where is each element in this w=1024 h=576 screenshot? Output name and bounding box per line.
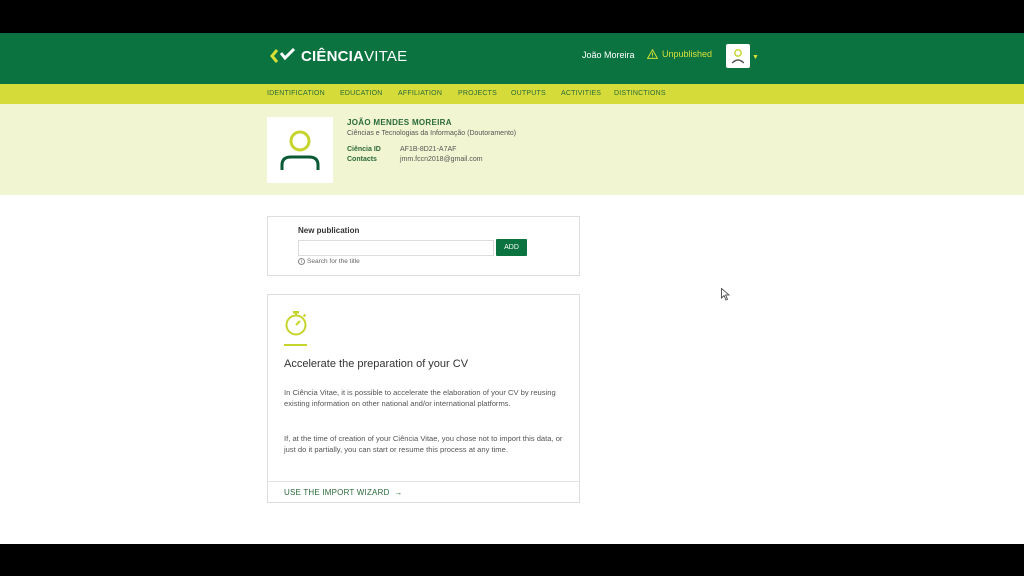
mouse-cursor-icon bbox=[721, 288, 730, 301]
accelerate-paragraph-2: If, at the time of creation of your Ciên… bbox=[284, 434, 563, 455]
stopwatch-icon bbox=[285, 311, 307, 336]
accelerate-card: Accelerate the preparation of your CV In… bbox=[267, 294, 580, 503]
user-menu-button[interactable] bbox=[726, 44, 750, 68]
nav-identification[interactable]: IDENTIFICATION bbox=[267, 90, 325, 97]
import-wizard-link[interactable]: USE THE IMPORT WIZARD → bbox=[284, 488, 403, 497]
warning-icon bbox=[647, 49, 658, 59]
search-hint: i Search for the title bbox=[298, 258, 360, 265]
new-publication-card: New publication ADD i Search for the tit… bbox=[267, 216, 580, 276]
nav-affiliation[interactable]: AFFILIATION bbox=[398, 90, 442, 97]
ciencia-id-value: AF1B-8D21-A7AF bbox=[400, 146, 457, 153]
add-publication-button[interactable]: ADD bbox=[496, 239, 527, 256]
new-publication-label: New publication bbox=[298, 226, 360, 235]
accent-divider bbox=[284, 344, 307, 346]
contacts-value: jmm.fccn2018@gmail.com bbox=[400, 156, 483, 163]
info-icon: i bbox=[298, 258, 305, 265]
accelerate-title: Accelerate the preparation of your CV bbox=[284, 358, 469, 370]
top-bar: CIÊNCIAVITAE João Moreira Unpublished ▼ bbox=[0, 33, 1024, 84]
app-window: CIÊNCIAVITAE João Moreira Unpublished ▼ … bbox=[0, 33, 1024, 544]
profile-avatar bbox=[267, 117, 333, 183]
brand-name: CIÊNCIAVITAE bbox=[301, 47, 408, 65]
arrow-right-icon: → bbox=[391, 488, 403, 497]
accelerate-paragraph-1: In Ciência Vitae, it is possible to acce… bbox=[284, 388, 556, 409]
user-icon bbox=[731, 49, 745, 64]
chevron-logo-icon bbox=[270, 47, 296, 63]
import-wizard-label: USE THE IMPORT WIZARD bbox=[284, 488, 390, 497]
publication-search-input[interactable] bbox=[298, 240, 494, 256]
nav-activities[interactable]: ACTIVITIES bbox=[561, 90, 601, 97]
brand-logo[interactable]: CIÊNCIAVITAE bbox=[269, 47, 407, 65]
profile-degree: Ciências e Tecnologias da Informação (Do… bbox=[347, 130, 517, 137]
contacts-label: Contacts bbox=[347, 156, 377, 163]
user-name-link[interactable]: João Moreira bbox=[582, 50, 635, 60]
publish-status-label: Unpublished bbox=[662, 49, 713, 59]
nav-distinctions[interactable]: DISTINCTIONS bbox=[614, 90, 666, 97]
section-nav: IDENTIFICATION EDUCATION AFFILIATION PRO… bbox=[0, 84, 1024, 104]
search-hint-text: Search for the title bbox=[307, 258, 360, 265]
user-icon bbox=[280, 130, 320, 170]
card-divider bbox=[268, 481, 579, 482]
nav-education[interactable]: EDUCATION bbox=[340, 90, 383, 97]
nav-projects[interactable]: PROJECTS bbox=[458, 90, 497, 97]
publish-status[interactable]: Unpublished bbox=[647, 49, 712, 59]
profile-summary: JOÃO MENDES MOREIRA Ciências e Tecnologi… bbox=[0, 104, 1024, 195]
ciencia-id-label: Ciência ID bbox=[347, 146, 381, 153]
nav-outputs[interactable]: OUTPUTS bbox=[511, 90, 546, 97]
profile-name: JOÃO MENDES MOREIRA bbox=[347, 118, 452, 127]
chevron-down-icon[interactable]: ▼ bbox=[752, 54, 759, 61]
